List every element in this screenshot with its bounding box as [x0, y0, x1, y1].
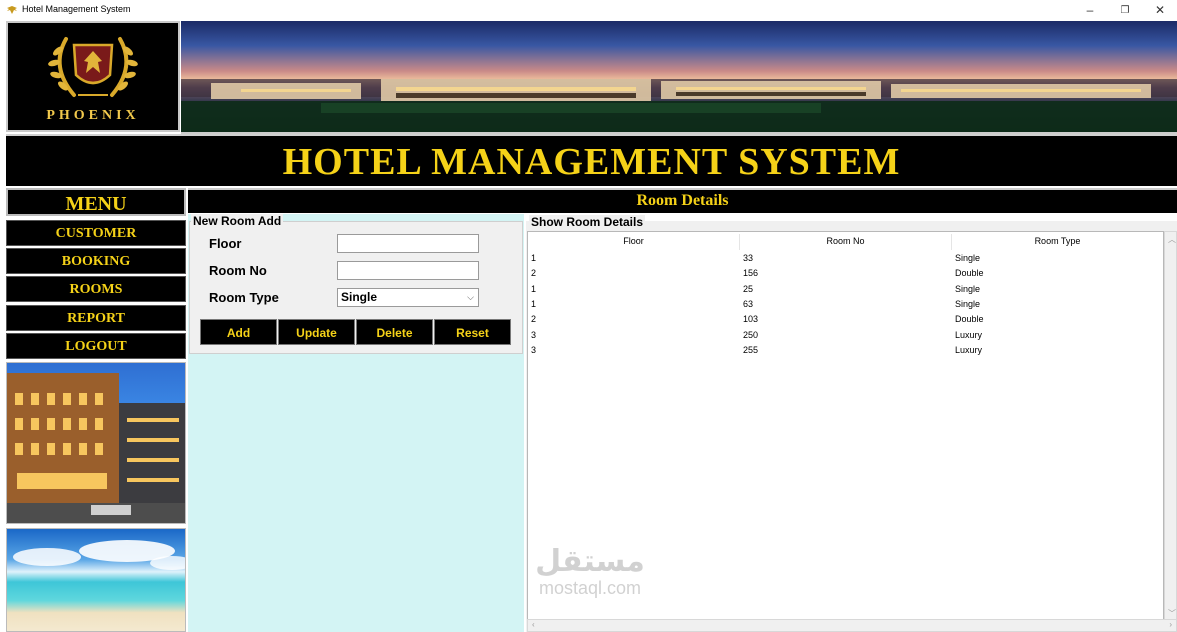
add-button[interactable]: Add	[200, 319, 277, 345]
scroll-up-icon[interactable]: ︿	[1168, 234, 1176, 245]
table-cell: 2	[531, 314, 537, 325]
menu-item-logout[interactable]: LOGOUT	[6, 333, 186, 359]
scroll-right-icon[interactable]: ›	[1169, 620, 1172, 629]
restore-button[interactable]: ❐	[1110, 2, 1140, 19]
reset-button[interactable]: Reset	[434, 319, 511, 345]
table-cell: 2	[531, 268, 537, 279]
app-title: HOTEL MANAGEMENT SYSTEM	[282, 141, 901, 183]
watermark-latin: mostaql.com	[538, 578, 642, 598]
watermark-arabic: مستقل	[535, 544, 645, 579]
delete-button[interactable]: Delete	[356, 319, 433, 345]
table-cell: Single	[955, 253, 981, 263]
table-cell: 33	[743, 253, 754, 263]
update-button[interactable]: Update	[278, 319, 355, 345]
horizontal-scrollbar[interactable]: ‹ ›	[527, 619, 1177, 632]
table-cell: Single	[955, 283, 981, 294]
room-type-label: Room Type	[209, 290, 279, 305]
hotel-logo: PHOENIX	[6, 21, 180, 132]
room-type-select[interactable]: Single ⌵	[337, 288, 479, 307]
table-cell: Single	[955, 298, 981, 309]
room-no-field[interactable]	[337, 261, 479, 280]
table-cell: 1	[531, 283, 537, 294]
chevron-down-icon: ⌵	[467, 292, 474, 302]
menu-title: MENU	[6, 188, 186, 216]
column-header-floor[interactable]: Floor	[528, 234, 740, 250]
window-titlebar: Hotel Management System – ❐ ✕	[0, 0, 1177, 21]
table-cell: 63	[743, 298, 754, 309]
logo-text: PHOENIX	[46, 108, 140, 123]
app-header: HOTEL MANAGEMENT SYSTEM	[6, 134, 1177, 186]
beach-image	[6, 528, 186, 632]
table-cell: 1	[531, 298, 537, 309]
table-cell: 156	[743, 268, 759, 279]
table-cell: Double	[955, 268, 984, 279]
menu-item-report[interactable]: REPORT	[6, 305, 186, 331]
menu-item-customer[interactable]: CUSTOMER	[6, 220, 186, 246]
floor-field[interactable]	[337, 234, 479, 253]
menu-item-booking[interactable]: BOOKING	[6, 248, 186, 274]
table-cell: 1	[531, 253, 537, 263]
watermark: مستقل mostaql.com	[510, 544, 670, 599]
room-type-selected: Single	[341, 290, 378, 304]
room-list-group-title: Show Room Details	[529, 215, 646, 229]
table-cell: Double	[955, 314, 984, 325]
section-title: Room Details	[636, 192, 729, 209]
phoenix-app-icon	[7, 6, 17, 14]
column-header-room-type[interactable]: Room Type	[952, 234, 1163, 250]
floor-label: Floor	[209, 236, 242, 251]
minimize-button[interactable]: –	[1075, 2, 1105, 19]
new-room-group-title: New Room Add	[191, 214, 284, 228]
room-details-header: Room Details	[188, 188, 1177, 213]
column-header-room-no[interactable]: Room No	[740, 234, 952, 250]
window-title: Hotel Management System	[22, 4, 131, 14]
table-cell: 103	[743, 314, 759, 325]
vertical-scrollbar[interactable]: ︿ ﹀	[1164, 231, 1177, 622]
table-cell: 25	[743, 283, 754, 294]
table-cell: Luxury	[955, 329, 983, 340]
table-cell: 255	[743, 344, 759, 355]
table-cell: Luxury	[955, 344, 983, 355]
scroll-left-icon[interactable]: ‹	[532, 620, 535, 629]
hotel-banner-image	[181, 21, 1177, 134]
table-cell: 250	[743, 329, 759, 340]
room-no-label: Room No	[209, 263, 267, 278]
close-button[interactable]: ✕	[1145, 2, 1175, 19]
table-cell: 3	[531, 329, 537, 340]
scroll-down-icon[interactable]: ﹀	[1168, 608, 1176, 619]
laurel-crest-icon	[48, 37, 138, 97]
table-cell: 3	[531, 344, 537, 355]
hotel-building-image	[6, 362, 186, 524]
menu-item-rooms[interactable]: ROOMS	[6, 276, 186, 302]
